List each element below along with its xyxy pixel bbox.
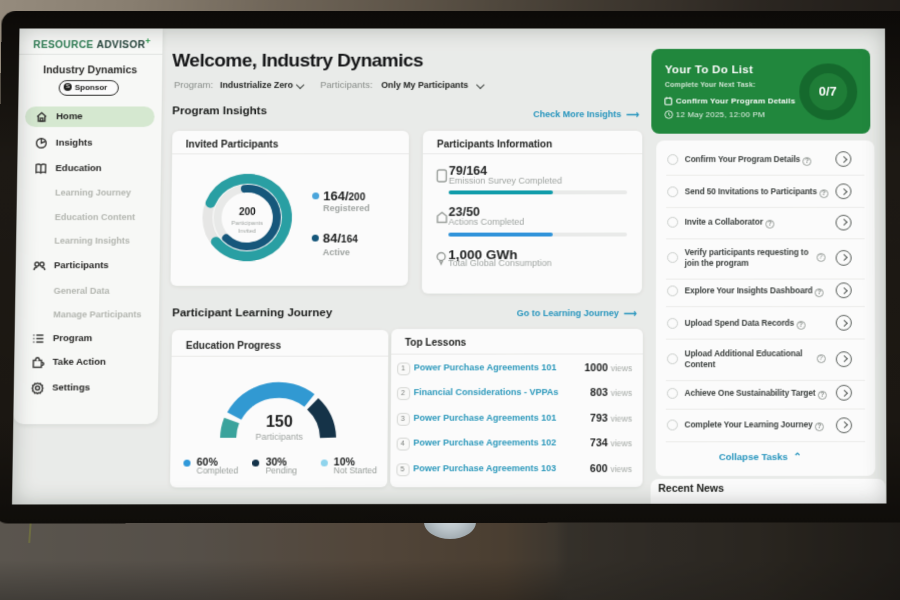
svg-text:Invited: Invited <box>238 228 256 234</box>
svg-text:Participants: Participants <box>231 220 263 226</box>
svg-text:200: 200 <box>239 207 256 218</box>
